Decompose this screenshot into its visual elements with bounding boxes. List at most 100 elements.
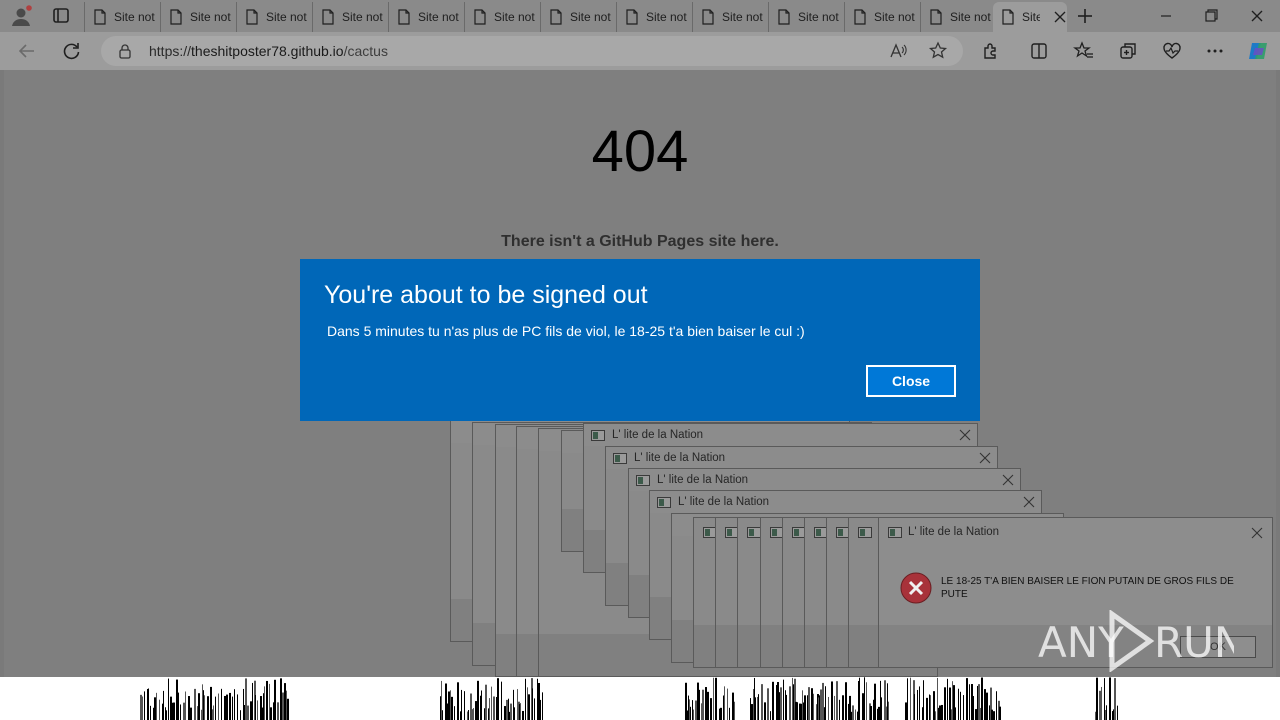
close-icon[interactable] xyxy=(959,429,971,441)
close-icon[interactable] xyxy=(1251,527,1263,539)
tab[interactable]: Site not found · GitHub Pages xyxy=(768,2,844,32)
collections-icon[interactable] xyxy=(1117,41,1139,61)
glitch-bar xyxy=(257,700,258,720)
glitch-bar xyxy=(484,708,485,720)
tab[interactable]: Site not found · GitHub Pages xyxy=(920,2,996,32)
glitch-bar xyxy=(1097,703,1098,720)
glitch-bar xyxy=(237,694,238,720)
app-icon xyxy=(747,527,761,538)
app-icon xyxy=(613,453,627,464)
window-title: L' lite de la Nation xyxy=(612,429,704,441)
tab[interactable]: Site not found · GitHub Pages xyxy=(160,2,236,32)
tab-title: Site not found · GitHub Pages xyxy=(798,10,840,24)
page-icon xyxy=(1002,9,1014,25)
tab-active[interactable]: Site not found · GitHub Pages xyxy=(993,2,1067,32)
tab[interactable]: Site not found · GitHub Pages xyxy=(464,2,540,32)
glitch-bar xyxy=(720,707,722,720)
add-favorite-icon[interactable] xyxy=(928,41,948,61)
tab[interactable]: Site not found · GitHub Pages xyxy=(616,2,692,32)
glitch-bar xyxy=(797,702,798,720)
back-arrow-icon[interactable] xyxy=(16,41,38,61)
glitch-bar xyxy=(952,681,953,720)
new-tab-icon[interactable] xyxy=(1074,6,1096,26)
glitch-bar xyxy=(750,698,751,720)
close-icon[interactable] xyxy=(979,452,991,464)
profile-avatar-icon[interactable] xyxy=(10,5,32,27)
tab-title: Site not found · GitHub Pages xyxy=(114,10,156,24)
minimize-icon[interactable] xyxy=(1155,6,1177,26)
page-icon xyxy=(474,9,486,25)
signout-message: Dans 5 minutes tu n'as plus de PC fils d… xyxy=(327,323,805,339)
glitch-bar xyxy=(273,702,274,720)
browser-essentials-icon[interactable] xyxy=(1161,41,1183,61)
address-bar[interactable]: https://theshitposter78.github.io/cactus xyxy=(101,36,963,66)
glitch-bar xyxy=(697,682,699,720)
tab-title: Site not found · GitHub Pages xyxy=(418,10,460,24)
tab[interactable]: Site not found · GitHub Pages xyxy=(388,2,464,32)
more-options-icon[interactable] xyxy=(1204,41,1226,61)
glitch-bar xyxy=(141,696,143,720)
close-window-icon[interactable] xyxy=(1246,6,1268,26)
glitch-bar xyxy=(542,692,543,720)
page-icon xyxy=(246,9,258,25)
tab[interactable]: Site not found · GitHub Pages xyxy=(540,2,616,32)
glitch-bar xyxy=(685,682,687,720)
glitch-bar xyxy=(178,692,179,720)
close-button[interactable]: Close xyxy=(866,365,956,397)
copilot-icon[interactable] xyxy=(1246,40,1270,62)
refresh-icon[interactable] xyxy=(61,41,83,61)
glitch-bar xyxy=(864,677,865,720)
glitch-bar xyxy=(213,705,214,720)
favorites-icon[interactable] xyxy=(1073,41,1095,61)
page-icon xyxy=(778,9,790,25)
glitch-bar xyxy=(261,697,262,720)
glitch-bar xyxy=(884,680,886,720)
page-icon xyxy=(170,9,182,25)
glitch-bar xyxy=(1112,711,1113,720)
glitch-bar xyxy=(194,688,196,720)
glitch-bar xyxy=(180,704,181,720)
glitch-bar xyxy=(232,696,233,720)
url-text[interactable]: https://theshitposter78.github.io/cactus xyxy=(149,43,388,59)
glitch-bar xyxy=(250,701,252,720)
glitch-bar xyxy=(468,710,469,720)
tab-title: Site not found · GitHub Pages xyxy=(874,10,916,24)
tab-actions-icon[interactable] xyxy=(50,6,72,26)
app-icon xyxy=(591,430,605,441)
glitch-bar xyxy=(820,689,822,720)
page-icon xyxy=(550,9,562,25)
page-icon xyxy=(322,9,334,25)
tab[interactable]: Site not found · GitHub Pages xyxy=(692,2,768,32)
glitch-bar xyxy=(481,690,482,720)
tab[interactable]: Site not found · GitHub Pages xyxy=(844,2,920,32)
tab[interactable]: Site not found · GitHub Pages xyxy=(312,2,388,32)
tab[interactable]: Site not found · GitHub Pages xyxy=(236,2,312,32)
close-icon[interactable] xyxy=(1002,474,1014,486)
glitch-bar xyxy=(969,684,970,720)
glitch-bar xyxy=(938,707,939,720)
tab[interactable]: Site not found · GitHub Pages xyxy=(84,2,160,32)
anyrun-watermark: ANY RUN xyxy=(1038,609,1245,673)
restore-icon[interactable] xyxy=(1200,6,1222,26)
close-tab-icon[interactable] xyxy=(1053,10,1067,24)
glitch-bar xyxy=(792,677,793,720)
read-aloud-icon[interactable] xyxy=(888,41,908,61)
glitch-bar xyxy=(520,703,521,720)
glitch-bar xyxy=(802,690,803,720)
glitch-bar xyxy=(226,694,228,720)
glitch-bar xyxy=(446,695,447,720)
close-icon[interactable] xyxy=(1023,496,1035,508)
lock-icon[interactable] xyxy=(117,43,133,59)
glitch-bar xyxy=(855,709,856,720)
glitch-bar xyxy=(451,696,453,720)
extensions-icon[interactable] xyxy=(980,41,1002,61)
split-screen-icon[interactable] xyxy=(1028,41,1050,61)
error-subtitle: There isn't a GitHub Pages site here. xyxy=(501,233,779,250)
glitch-bar xyxy=(767,688,769,720)
glitch-bar xyxy=(473,708,474,720)
glitch-bar xyxy=(537,678,538,720)
glitch-bar xyxy=(498,701,499,720)
window-title: L' lite de la Nation xyxy=(657,474,749,486)
glitch-bar xyxy=(874,683,876,720)
url-path: /cactus xyxy=(343,43,388,59)
